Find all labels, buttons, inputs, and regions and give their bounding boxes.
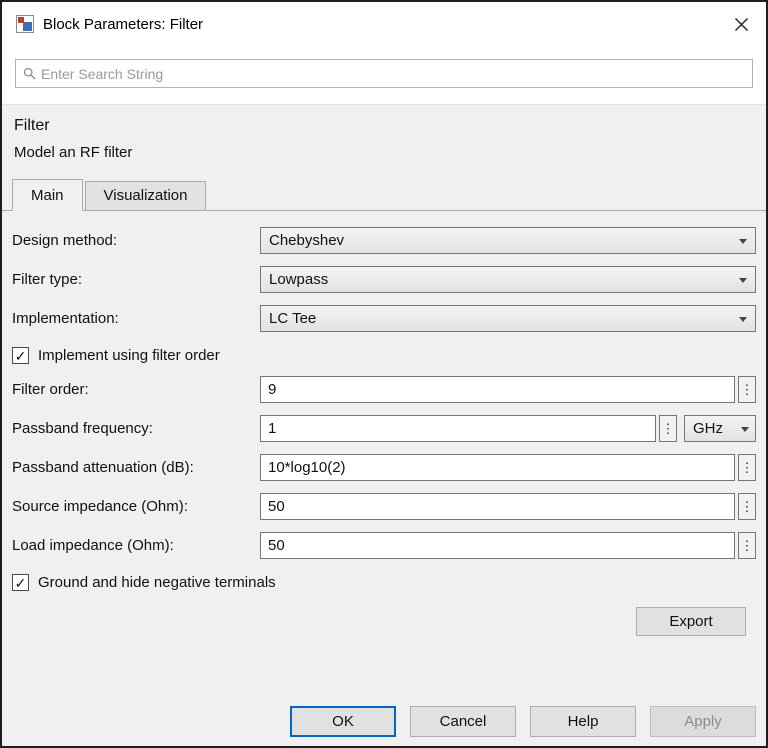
row-source-impedance: Source impedance (Ohm): ⋮ [12, 493, 756, 520]
block-parameters-dialog: Block Parameters: Filter Filter Model an… [0, 0, 768, 748]
export-row: Export [12, 591, 756, 636]
implementation-label: Implementation: [12, 310, 260, 327]
passband-attenuation-input[interactable] [260, 454, 735, 481]
row-passband-frequency: Passband frequency: ⋮ GHz [12, 415, 756, 442]
row-filter-type: Filter type: Lowpass [12, 266, 756, 293]
passband-frequency-unit-dropdown[interactable]: GHz [684, 415, 756, 442]
search-section [2, 46, 766, 104]
block-title: Filter [14, 117, 754, 135]
implement-order-checkbox[interactable]: ✓ [12, 347, 29, 364]
passband-attenuation-label: Passband attenuation (dB): [12, 459, 260, 476]
ellipsis-icon: ⋮ [662, 422, 675, 435]
tab-main[interactable]: Main [12, 179, 83, 211]
filter-type-label: Filter type: [12, 271, 260, 288]
mask-header: Filter Model an RF filter [2, 104, 766, 165]
chevron-down-icon [741, 427, 749, 432]
load-impedance-edit-button[interactable]: ⋮ [738, 532, 756, 559]
export-button[interactable]: Export [636, 607, 746, 636]
tab-bar: Main Visualization [2, 165, 766, 211]
cancel-button[interactable]: Cancel [410, 706, 516, 737]
ellipsis-icon: ⋮ [741, 500, 754, 513]
filter-order-label: Filter order: [12, 381, 260, 398]
row-implementation: Implementation: LC Tee [12, 305, 756, 332]
title-bar: Block Parameters: Filter [2, 2, 766, 46]
chevron-down-icon [739, 239, 747, 244]
filter-type-value: Lowpass [269, 271, 328, 288]
implementation-dropdown[interactable]: LC Tee [260, 305, 756, 332]
block-description: Model an RF filter [14, 144, 754, 161]
check-icon: ✓ [15, 576, 27, 590]
passband-frequency-edit-button[interactable]: ⋮ [659, 415, 677, 442]
ground-hide-checkbox[interactable]: ✓ [12, 574, 29, 591]
window-title: Block Parameters: Filter [43, 16, 730, 33]
dialog-footer: OK Cancel Help Apply [2, 698, 766, 746]
ellipsis-icon: ⋮ [741, 383, 754, 396]
design-method-dropdown[interactable]: Chebyshev [260, 227, 756, 254]
tab-visualization[interactable]: Visualization [85, 181, 207, 210]
row-implement-order: ✓ Implement using filter order [12, 347, 756, 364]
filter-order-edit-button[interactable]: ⋮ [738, 376, 756, 403]
search-box [15, 59, 753, 88]
search-input[interactable] [41, 66, 745, 82]
passband-frequency-input[interactable] [260, 415, 656, 442]
close-icon [734, 17, 749, 32]
design-method-label: Design method: [12, 232, 260, 249]
help-button[interactable]: Help [530, 706, 636, 737]
ellipsis-icon: ⋮ [741, 461, 754, 474]
passband-frequency-unit-value: GHz [693, 420, 723, 437]
simulink-block-icon [16, 15, 34, 33]
ok-button[interactable]: OK [290, 706, 396, 737]
row-load-impedance: Load impedance (Ohm): ⋮ [12, 532, 756, 559]
source-impedance-edit-button[interactable]: ⋮ [738, 493, 756, 520]
row-ground-hide: ✓ Ground and hide negative terminals [12, 574, 756, 591]
row-passband-attenuation: Passband attenuation (dB): ⋮ [12, 454, 756, 481]
chevron-down-icon [739, 317, 747, 322]
passband-attenuation-edit-button[interactable]: ⋮ [738, 454, 756, 481]
filter-order-input[interactable] [260, 376, 735, 403]
search-icon [23, 67, 36, 80]
load-impedance-label: Load impedance (Ohm): [12, 537, 260, 554]
row-filter-order: Filter order: ⋮ [12, 376, 756, 403]
ellipsis-icon: ⋮ [741, 539, 754, 552]
design-method-value: Chebyshev [269, 232, 344, 249]
source-impedance-label: Source impedance (Ohm): [12, 498, 260, 515]
load-impedance-input[interactable] [260, 532, 735, 559]
apply-button[interactable]: Apply [650, 706, 756, 737]
parameters-form: Design method: Chebyshev Filter type: Lo… [2, 211, 766, 636]
passband-frequency-label: Passband frequency: [12, 420, 260, 437]
ground-hide-label: Ground and hide negative terminals [38, 574, 276, 591]
implementation-value: LC Tee [269, 310, 316, 327]
filter-type-dropdown[interactable]: Lowpass [260, 266, 756, 293]
row-design-method: Design method: Chebyshev [12, 227, 756, 254]
chevron-down-icon [739, 278, 747, 283]
close-button[interactable] [730, 13, 752, 35]
implement-order-label: Implement using filter order [38, 347, 220, 364]
check-icon: ✓ [15, 349, 27, 363]
source-impedance-input[interactable] [260, 493, 735, 520]
